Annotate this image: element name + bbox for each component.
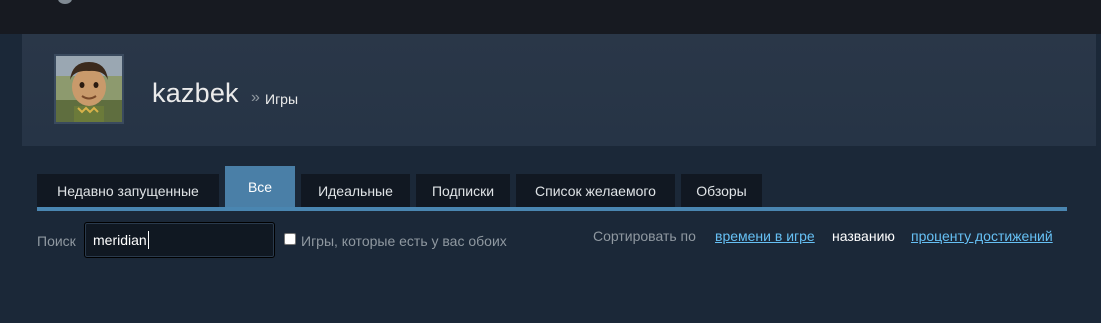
text-caret — [148, 231, 149, 249]
profile-header: kazbek » Игры — [22, 34, 1096, 146]
sort-by-playtime-link[interactable]: времени в игре — [715, 228, 815, 244]
search-input[interactable] — [84, 222, 275, 258]
avatar[interactable] — [54, 54, 124, 124]
sort-label: Сортировать по — [593, 228, 696, 244]
shared-games-checkbox[interactable] — [284, 233, 296, 245]
tab-wishlist[interactable]: Список желаемого — [516, 174, 675, 207]
persona-name[interactable]: kazbek — [152, 78, 239, 109]
search-label: Поиск — [37, 233, 76, 249]
breadcrumb-separator: » — [251, 89, 260, 106]
sort-by-name-current: названию — [832, 228, 895, 244]
steam-logo-icon[interactable] — [58, 0, 72, 4]
shared-games-label[interactable]: Игры, которые есть у вас обоих — [301, 233, 507, 249]
tabs-underline — [37, 207, 1067, 211]
page-title: Игры — [265, 91, 299, 107]
tab-recent[interactable]: Недавно запущенные — [37, 174, 219, 207]
tab-subscriptions[interactable]: Подписки — [416, 174, 510, 207]
tab-perfect[interactable]: Идеальные — [301, 174, 410, 207]
tab-all[interactable]: Все — [225, 166, 295, 207]
avatar-image — [56, 56, 122, 122]
sort-by-achievements-link[interactable]: проценту достижений — [911, 228, 1053, 244]
tab-reviews[interactable]: Обзоры — [681, 174, 762, 207]
top-navigation-bar — [0, 0, 1101, 34]
